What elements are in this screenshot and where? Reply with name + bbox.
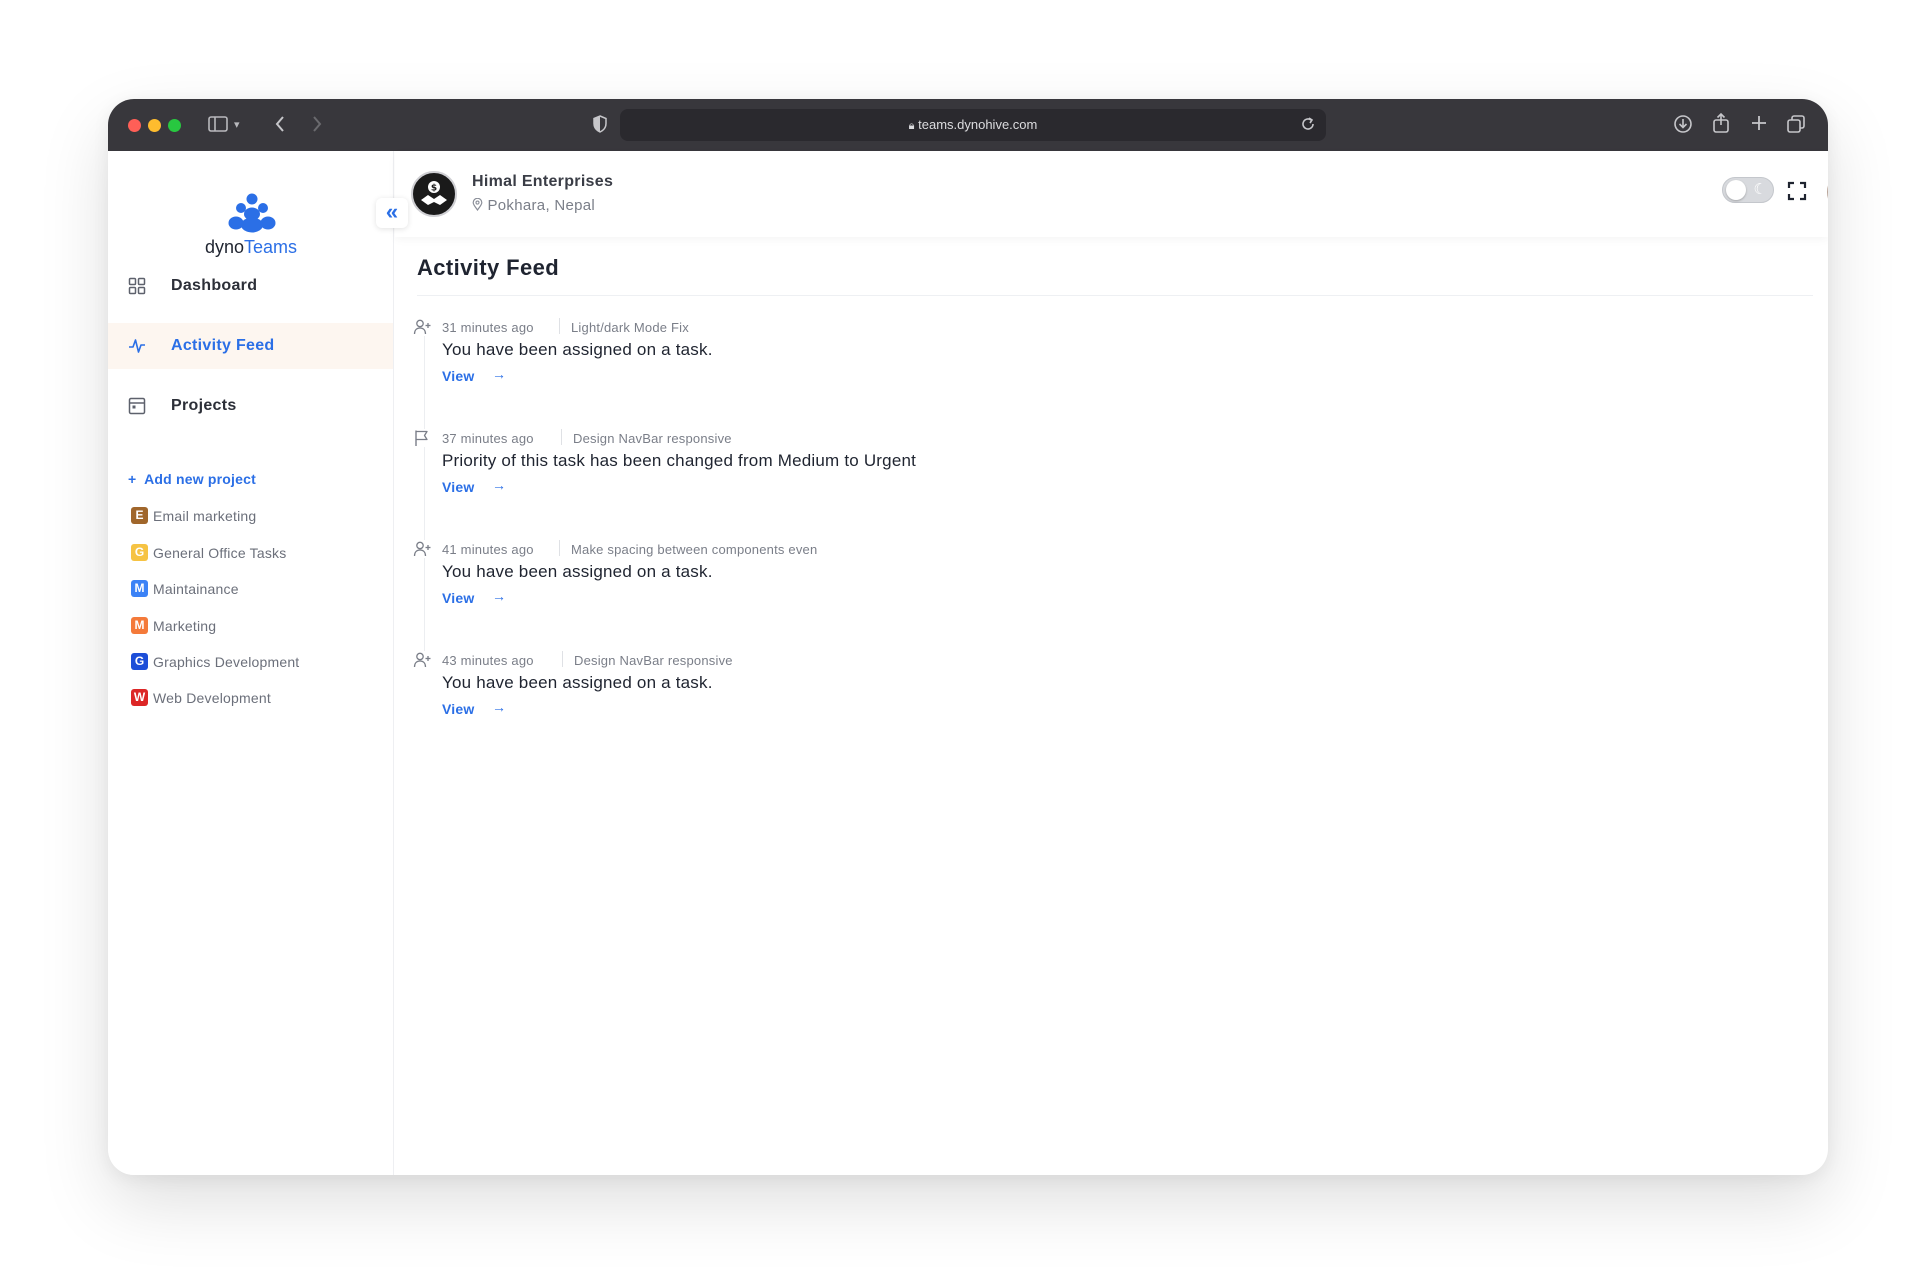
project-name: Marketing [153,618,217,634]
dynoteams-logo-icon [228,193,276,233]
sidebar: dynoTeams « Dashboard Activity Feed Proj… [108,151,408,1175]
projects-icon [128,397,146,415]
forward-icon[interactable] [311,114,323,139]
activity-item: 31 minutes ago Light/dark Mode Fix You h… [413,318,1613,398]
sidebar-item-label: Dashboard [171,277,258,294]
user-add-icon [413,651,431,669]
close-window-button[interactable] [128,119,141,132]
sidebar-item-label: Projects [171,397,237,414]
browser-toolbar: ▾ 🔒︎ teams.dynohive.com [108,99,1828,151]
reload-icon[interactable] [1300,116,1316,137]
zoom-window-button[interactable] [168,119,181,132]
activity-time: 37 minutes ago [442,431,534,446]
view-link[interactable]: View [442,479,474,495]
user-avatar[interactable] [1827,170,1828,214]
company-name: Himal Enterprises [472,173,614,190]
moon-icon: ☾ [1753,181,1767,198]
lock-icon: 🔒︎ [908,120,915,132]
toggle-knob [1726,180,1746,200]
user-add-icon [413,318,431,336]
project-badge: M [131,617,148,634]
address-bar[interactable]: 🔒︎ teams.dynohive.com [620,109,1326,141]
activity-message: You have been assigned on a task. [442,673,713,692]
project-name: Web Development [153,690,271,706]
handshake-dollar-icon: $ [421,181,447,205]
fullscreen-icon[interactable] [1787,181,1807,201]
minimize-window-button[interactable] [148,119,161,132]
sidebar-item-activity-feed[interactable]: Activity Feed [108,323,393,369]
top-bar: $ Himal Enterprises Pokhara, Nepal ☾ [395,151,1828,237]
project-badge: G [131,544,148,561]
collapse-sidebar-button[interactable]: « [376,198,408,228]
sidebar-item-dashboard[interactable]: Dashboard [108,263,393,309]
activity-time: 43 minutes ago [442,653,534,668]
activity-task-name[interactable]: Design NavBar responsive [573,431,732,446]
activity-pulse-icon [129,339,145,353]
url-text: 🔒︎ teams.dynohive.com [908,117,1038,132]
activity-item: 41 minutes ago Make spacing between comp… [413,540,1613,620]
user-add-icon [413,540,431,558]
activity-task-name[interactable]: Light/dark Mode Fix [571,320,689,335]
project-name: General Office Tasks [153,545,287,561]
logo-wordmark: dynoTeams [204,237,298,257]
sidebar-item-projects[interactable]: Projects [108,383,393,429]
activity-message: You have been assigned on a task. [442,340,713,359]
tab-overview-icon[interactable] [1786,114,1806,139]
activity-item: 37 minutes ago Design NavBar responsive … [413,429,1613,509]
theme-toggle[interactable]: ☾ [1722,177,1774,203]
activity-message: You have been assigned on a task. [442,562,713,581]
view-link[interactable]: View [442,368,474,384]
activity-message: Priority of this task has been changed f… [442,451,917,470]
project-name: Graphics Development [153,654,300,670]
project-badge: E [131,507,148,524]
project-name: Email marketing [153,508,257,524]
view-link[interactable]: View [442,701,474,717]
share-icon[interactable] [1712,112,1730,139]
svg-text:$: $ [431,184,437,194]
chevron-down-icon[interactable]: ▾ [234,115,240,135]
browser-window: ▾ 🔒︎ teams.dynohive.com dynoTeams « Dash… [108,99,1828,1175]
download-icon[interactable] [1673,114,1693,139]
flag-icon [413,429,431,447]
new-tab-icon[interactable] [1750,114,1768,137]
separator [561,429,562,445]
page-title: Activity Feed [417,255,560,280]
activity-task-name[interactable]: Design NavBar responsive [574,653,733,668]
project-badge: M [131,580,148,597]
arrow-right-icon[interactable]: → [492,366,506,382]
view-link[interactable]: View [442,590,474,606]
project-badge: W [131,689,148,706]
double-chevron-left-icon: « [385,199,399,224]
separator [562,651,563,667]
arrow-right-icon[interactable]: → [492,477,506,493]
activity-time: 41 minutes ago [442,542,534,557]
activity-task-name[interactable]: Make spacing between components even [571,542,817,557]
privacy-shield-icon[interactable] [592,115,608,138]
arrow-right-icon[interactable]: → [492,588,506,604]
activity-item: 43 minutes ago Design NavBar responsive … [413,651,1613,731]
grid-icon [128,277,146,295]
plus-icon: + [128,471,137,487]
separator [559,318,560,334]
arrow-right-icon[interactable]: → [492,699,506,715]
sidebar-item-label: Activity Feed [171,337,275,354]
company-location: Pokhara, Nepal [472,197,595,214]
back-icon[interactable] [274,114,286,139]
separator [559,540,560,556]
sidebar-toggle-icon[interactable] [208,115,230,138]
location-pin-icon [472,197,487,214]
company-logo[interactable]: $ [411,171,457,217]
activity-time: 31 minutes ago [442,320,534,335]
add-new-project-link[interactable]: + Add new project [128,471,256,487]
title-divider [417,295,1813,296]
project-name: Maintainance [153,581,239,597]
project-badge: G [131,653,148,670]
